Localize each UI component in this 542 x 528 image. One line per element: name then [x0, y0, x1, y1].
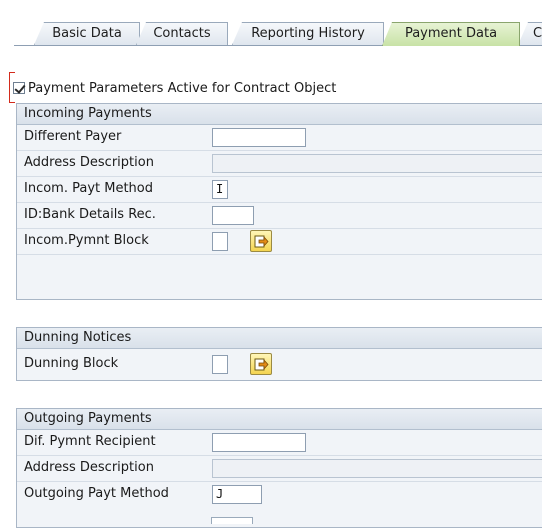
outgoing-address-description-field — [212, 459, 542, 478]
incoming-payments-title: Incoming Payments — [17, 104, 542, 125]
dunning-block-label: Dunning Block — [24, 356, 119, 371]
payment-params-checkbox-label: Payment Parameters Active for Contract O… — [28, 80, 337, 96]
tab-reporting-history[interactable]: Reporting History — [232, 22, 384, 45]
outgoing-address-description-label: Address Description — [24, 460, 154, 475]
incoming-payment-block-input[interactable] — [212, 232, 228, 251]
outgoing-address-description-row: Address Description — [17, 456, 542, 482]
tab-basic-data[interactable]: Basic Data — [34, 22, 140, 45]
outgoing-payments-group: Outgoing Payments Dif. Pymnt Recipient A… — [16, 408, 542, 528]
dunning-block-nav-button[interactable] — [250, 353, 272, 375]
outgoing-payments-title: Outgoing Payments — [17, 409, 542, 430]
incoming-address-description-label: Address Description — [24, 155, 154, 170]
outgoing-payment-method-input[interactable]: J — [212, 485, 262, 504]
incoming-group-spacer — [17, 255, 542, 299]
arrow-into-list-icon — [254, 358, 269, 371]
payment-recipient-label: Dif. Pymnt Recipient — [24, 434, 156, 449]
incoming-address-description-field — [212, 154, 542, 173]
incoming-block-nav-button[interactable] — [250, 230, 272, 252]
tab-contacts[interactable]: Contacts — [136, 22, 228, 45]
different-payer-input[interactable] — [212, 128, 306, 147]
different-payer-label: Different Payer — [24, 129, 122, 144]
tab-payment-data[interactable]: Payment Data — [382, 22, 520, 46]
payment-recipient-row: Dif. Pymnt Recipient — [17, 430, 542, 456]
bank-details-label: ID:Bank Details Rec. — [24, 207, 156, 222]
incoming-payment-method-input[interactable]: I — [212, 180, 228, 199]
arrow-into-list-icon — [254, 235, 269, 248]
incoming-address-description-row: Address Description — [17, 151, 542, 177]
incoming-payment-block-row: Incom.Pymnt Block — [17, 229, 542, 255]
payment-params-checkbox[interactable] — [13, 82, 26, 94]
bank-details-row: ID:Bank Details Rec. — [17, 203, 542, 229]
dunning-notices-group: Dunning Notices Dunning Block — [16, 327, 542, 381]
payment-params-checkbox-row[interactable]: Payment Parameters Active for Contract O… — [13, 79, 336, 97]
incoming-payment-method-row: Incom. Payt Method I — [17, 177, 542, 203]
dunning-block-row: Dunning Block — [17, 349, 542, 380]
tab-strip: Basic Data Contacts Reporting History Pa… — [0, 0, 542, 46]
different-payer-row: Different Payer — [17, 125, 542, 151]
bank-details-input[interactable] — [212, 206, 254, 225]
dunning-block-input[interactable] — [212, 355, 228, 374]
incoming-payment-block-label: Incom.Pymnt Block — [24, 233, 149, 248]
tab-more[interactable]: C — [518, 22, 542, 45]
payment-recipient-input[interactable] — [212, 433, 306, 452]
incoming-payments-group: Incoming Payments Different Payer Addres… — [16, 103, 542, 300]
checkmark-icon — [14, 82, 26, 94]
outgoing-payment-method-label: Outgoing Payt Method — [24, 486, 169, 501]
outgoing-payment-method-row: Outgoing Payt Method J — [17, 482, 542, 507]
incoming-payment-method-label: Incom. Payt Method — [24, 181, 154, 196]
dunning-notices-title: Dunning Notices — [17, 328, 542, 349]
